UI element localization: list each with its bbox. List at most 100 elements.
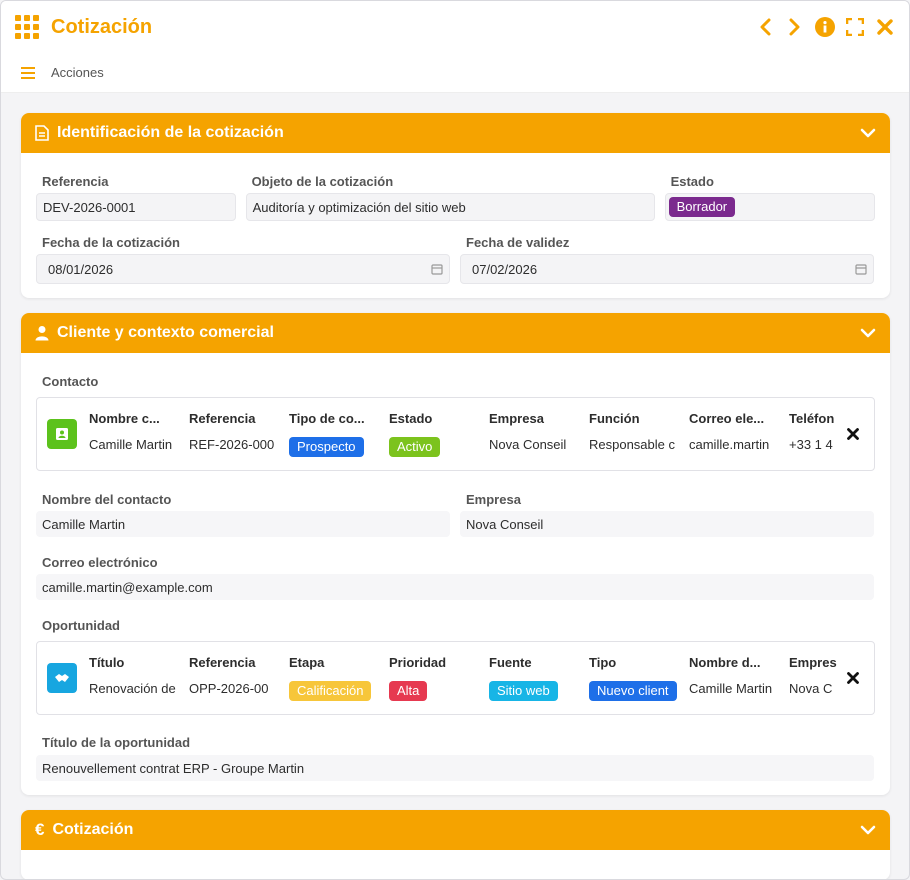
menu-icon[interactable] xyxy=(21,66,35,79)
titulo-oportunidad-value: Renouvellement contrat ERP - Groupe Mart… xyxy=(42,760,305,776)
empresa-label: Empresa xyxy=(466,492,521,507)
opportunity-column-value: OPP-2026-00 xyxy=(189,681,269,696)
opportunity-column: Fuente Sitio web xyxy=(489,655,589,701)
actions-menu[interactable]: Acciones xyxy=(51,65,104,80)
close-icon[interactable] xyxy=(875,17,895,37)
opportunity-column-header: Prioridad xyxy=(389,655,447,670)
contact-column-header: Referencia xyxy=(189,411,256,426)
opportunity-column-value: Renovación de xyxy=(89,681,176,696)
opportunity-column-value: Calificación xyxy=(289,681,389,701)
opportunity-column: Título Renovación de xyxy=(89,655,189,701)
section-identificacion-header[interactable]: Identificación de la cotización xyxy=(21,113,890,153)
validez-field[interactable]: 07/02/2026 xyxy=(460,254,874,284)
opportunity-column-value: Nova C xyxy=(789,681,833,696)
contact-column-header: Teléfon xyxy=(789,411,835,426)
estado-field[interactable]: Borrador xyxy=(664,193,875,221)
contact-column: Teléfon +33 1 4 xyxy=(789,411,842,457)
opportunity-column-value: Camille Martin xyxy=(689,681,773,696)
oportunidad-label: Oportunidad xyxy=(42,618,120,633)
opportunity-column-header: Etapa xyxy=(289,655,325,670)
contact-column-value: Prospecto xyxy=(289,437,389,457)
opportunity-column-header: Título xyxy=(89,655,125,670)
objeto-field[interactable]: Auditoría y optimización del sitio web xyxy=(245,193,655,221)
status-badge: Activo xyxy=(389,437,441,457)
fecha-field[interactable]: 08/01/2026 xyxy=(36,254,450,284)
contact-column-value: Nova Conseil xyxy=(489,437,567,452)
contacto-label: Contacto xyxy=(42,374,99,389)
section-cotizacion: € Cotización xyxy=(21,810,890,879)
status-badge: Calificación xyxy=(289,681,372,701)
nombre-contacto-value: Camille Martin xyxy=(42,516,126,532)
opportunity-column-value: Sitio web xyxy=(489,681,589,701)
info-icon[interactable] xyxy=(815,17,835,37)
title-bar: Cotización xyxy=(1,1,909,53)
correo-label: Correo electrónico xyxy=(42,555,158,570)
contact-column: Función Responsable c xyxy=(589,411,689,457)
status-badge: Alta xyxy=(389,681,428,701)
contact-column: Tipo de co... Prospecto xyxy=(289,411,389,457)
chevron-left-icon[interactable] xyxy=(755,17,775,37)
calendar-icon[interactable] xyxy=(431,263,443,275)
contact-column-header: Empresa xyxy=(489,411,544,426)
opportunity-column-header: Nombre d... xyxy=(689,655,761,670)
opportunity-column: Prioridad Alta xyxy=(389,655,489,701)
fecha-label: Fecha de la cotización xyxy=(42,235,180,250)
section-cliente-header[interactable]: Cliente y contexto comercial xyxy=(21,313,890,353)
chevron-down-icon[interactable] xyxy=(860,825,876,835)
quote-window: Cotización Acciones Identificación de la… xyxy=(0,0,910,880)
contact-column: Referencia REF-2026-000 xyxy=(189,411,289,457)
referencia-value: DEV-2026-0001 xyxy=(43,199,136,215)
titulo-oportunidad-field[interactable]: Renouvellement contrat ERP - Groupe Mart… xyxy=(36,755,874,781)
objeto-value: Auditoría y optimización del sitio web xyxy=(252,199,466,215)
chevron-down-icon[interactable] xyxy=(860,128,876,138)
contact-column-header: Correo ele... xyxy=(689,411,765,426)
contact-card-icon xyxy=(47,419,77,449)
titulo-oportunidad-label: Título de la oportunidad xyxy=(42,735,191,750)
section-cotizacion-header[interactable]: € Cotización xyxy=(21,810,890,850)
contact-card[interactable]: Nombre c... Camille Martin Referencia REF-2… xyxy=(36,397,875,471)
contact-column-value: Camille Martin xyxy=(89,437,173,452)
chevron-down-icon[interactable] xyxy=(860,328,876,338)
opportunity-card[interactable]: Título Renovación de Referencia OPP-2026-00… xyxy=(36,641,875,715)
remove-contact-icon[interactable] xyxy=(842,428,864,440)
euro-icon: € xyxy=(35,820,45,839)
section-identificacion: Identificación de la cotización Referenc… xyxy=(21,113,890,298)
opportunity-column-header: Fuente xyxy=(489,655,532,670)
nombre-contacto-field[interactable]: Camille Martin xyxy=(36,511,450,537)
opportunity-column-header: Empres xyxy=(789,655,837,670)
fecha-value: 08/01/2026 xyxy=(48,261,114,277)
contact-column: Nombre c... Camille Martin xyxy=(89,411,189,457)
contact-column-value: Activo xyxy=(389,437,489,457)
fullscreen-icon[interactable] xyxy=(845,17,865,37)
opportunity-column-value: Alta xyxy=(389,681,489,701)
status-badge: Prospecto xyxy=(289,437,364,457)
section-title: Identificación de la cotización xyxy=(57,124,284,141)
nombre-contacto-label: Nombre del contacto xyxy=(42,492,172,507)
chevron-right-icon[interactable] xyxy=(785,17,805,37)
referencia-field[interactable]: DEV-2026-0001 xyxy=(36,193,236,221)
opportunity-column-header: Tipo xyxy=(589,655,617,670)
contact-column-value: +33 1 4 xyxy=(789,437,833,452)
contact-column: Correo ele... camille.martin xyxy=(689,411,789,457)
estado-label: Estado xyxy=(670,174,714,189)
empresa-field[interactable]: Nova Conseil xyxy=(460,511,874,537)
document-icon xyxy=(35,125,49,141)
app-grid-icon[interactable] xyxy=(15,15,39,39)
contact-column-header: Nombre c... xyxy=(89,411,160,426)
contact-column-value: camille.martin xyxy=(689,437,770,452)
contact-column-value: Responsable c xyxy=(589,437,675,452)
empresa-value: Nova Conseil xyxy=(466,516,544,532)
opportunity-column-value: Nuevo client xyxy=(589,681,689,701)
opportunity-column: Referencia OPP-2026-00 xyxy=(189,655,289,701)
window-title: Cotización xyxy=(51,15,153,38)
opportunity-column-header: Referencia xyxy=(189,655,256,670)
opportunity-column: Tipo Nuevo client xyxy=(589,655,689,701)
status-badge: Sitio web xyxy=(489,681,558,701)
handshake-icon xyxy=(47,663,77,693)
section-title: Cotización xyxy=(52,821,134,838)
user-icon xyxy=(35,326,49,341)
calendar-icon[interactable] xyxy=(855,263,867,275)
validez-value: 07/02/2026 xyxy=(472,261,538,277)
remove-opportunity-icon[interactable] xyxy=(842,672,864,684)
correo-field[interactable]: camille.martin@example.com xyxy=(36,574,874,600)
